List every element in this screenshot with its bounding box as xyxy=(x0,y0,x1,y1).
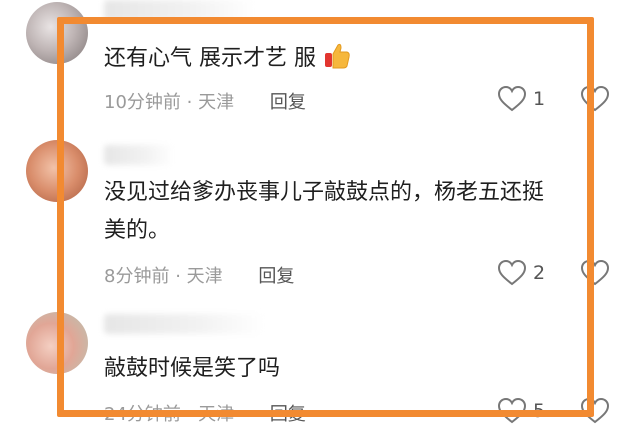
username-blurred[interactable] xyxy=(104,0,254,20)
separator: · xyxy=(186,404,193,425)
separator: · xyxy=(186,92,193,113)
comment-text-content: 还有心气 展示才艺 服 xyxy=(104,46,316,71)
comment-meta: 8分钟前 · 天津 回复 xyxy=(104,262,294,288)
heart-outline-icon xyxy=(497,85,527,112)
reply-button[interactable]: 回复 xyxy=(270,404,306,425)
avatar[interactable] xyxy=(26,140,88,202)
location: 天津 xyxy=(198,404,235,425)
heart-outline-icon[interactable] xyxy=(580,397,610,429)
location: 天津 xyxy=(186,266,223,287)
heart-outline-icon xyxy=(497,259,527,286)
heart-outline-icon[interactable] xyxy=(580,85,610,117)
comment-text-line2: 美的。 xyxy=(104,218,171,243)
comment-meta: 10分钟前 · 天津 回复 xyxy=(104,88,306,114)
timestamp: 8分钟前 xyxy=(104,266,170,287)
comment-text-line1: 没见过给爹办丧事儿子敲鼓点的，杨老五还挺 xyxy=(104,180,545,205)
username-blurred[interactable] xyxy=(104,314,264,334)
like-button[interactable]: 5 xyxy=(497,397,545,425)
like-count: 1 xyxy=(533,88,546,110)
comment-text: 还有心气 展示才艺 服 xyxy=(104,40,604,78)
avatar[interactable] xyxy=(26,2,88,64)
comment-text: 敲鼓时候是笑了吗 xyxy=(104,350,604,388)
comment-meta: 24分钟前 · 天津 回复 xyxy=(104,400,306,426)
timestamp: 24分钟前 xyxy=(104,404,181,425)
location: 天津 xyxy=(198,92,235,113)
comment-text: 没见过给爹办丧事儿子敲鼓点的，杨老五还挺 美的。 xyxy=(104,174,604,250)
like-button[interactable]: 1 xyxy=(497,85,545,113)
username-blurred[interactable] xyxy=(104,145,174,165)
heart-outline-icon xyxy=(497,397,527,424)
reply-button[interactable]: 回复 xyxy=(258,266,294,287)
thumbs-up-icon xyxy=(323,41,351,71)
timestamp: 10分钟前 xyxy=(104,92,181,113)
like-count: 2 xyxy=(533,262,546,284)
reply-button[interactable]: 回复 xyxy=(270,92,306,113)
separator: · xyxy=(175,266,181,287)
like-button[interactable]: 2 xyxy=(497,259,545,287)
avatar[interactable] xyxy=(26,312,88,374)
comment-text-content: 敲鼓时候是笑了吗 xyxy=(104,356,281,381)
like-count: 5 xyxy=(533,400,546,422)
heart-outline-icon[interactable] xyxy=(580,259,610,291)
